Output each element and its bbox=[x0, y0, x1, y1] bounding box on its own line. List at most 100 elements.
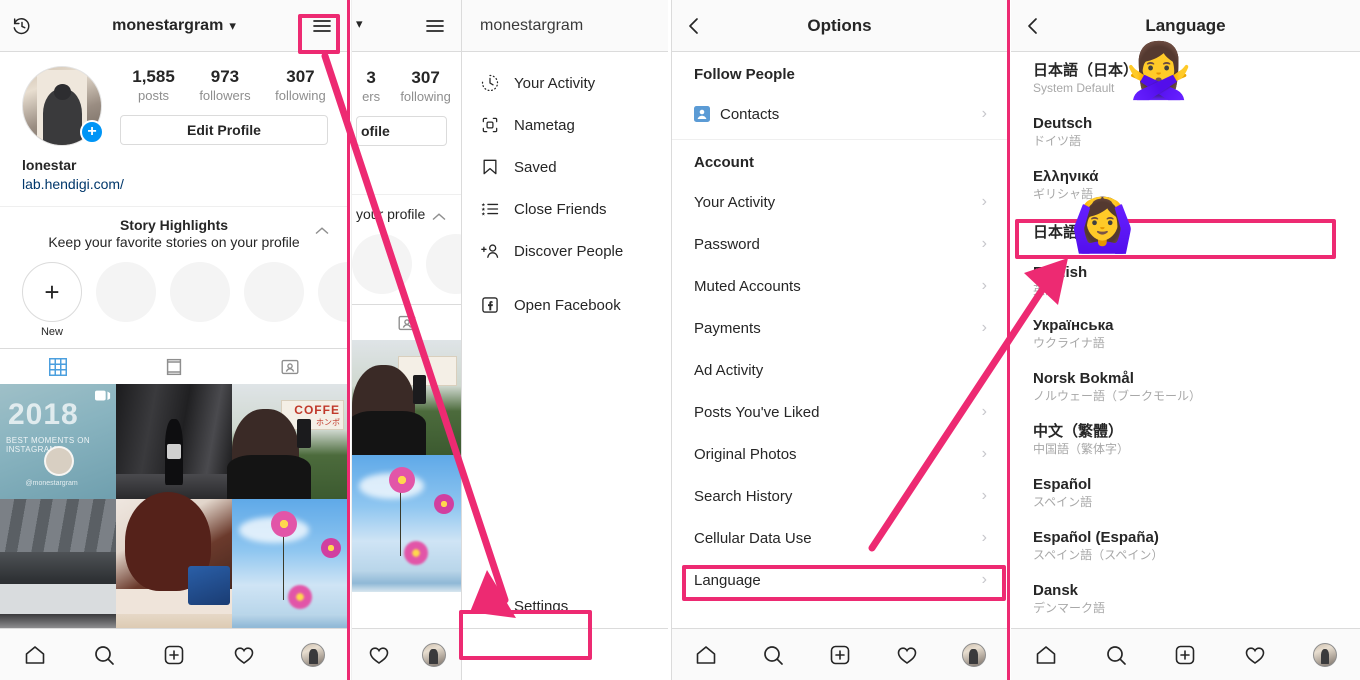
bio-website-link[interactable]: lab.hendigi.com/ bbox=[22, 175, 348, 194]
settings-button[interactable]: Settings bbox=[462, 584, 668, 628]
highlight-new[interactable]: + New bbox=[22, 262, 82, 338]
home-icon[interactable] bbox=[684, 638, 728, 672]
grid-cell[interactable] bbox=[115, 492, 232, 614]
profile-avatar-icon[interactable] bbox=[412, 638, 456, 672]
language-row-chinese-traditional[interactable]: 中文（繁體） 中国語（繁体字） bbox=[1011, 413, 1360, 466]
options-row-your-activity[interactable]: Your Activity › bbox=[672, 181, 1007, 223]
hamburger-menu-icon[interactable] bbox=[310, 14, 334, 38]
options-row-label: Muted Accounts bbox=[694, 277, 801, 295]
stat-followers-partial[interactable]: 3 ers bbox=[362, 68, 380, 106]
story-highlights-section: Story Highlights Keep your favorite stor… bbox=[0, 207, 348, 348]
history-clock-icon[interactable] bbox=[0, 15, 44, 37]
menu-item-close-friends[interactable]: Close Friends bbox=[462, 188, 668, 230]
grid-cell[interactable] bbox=[352, 455, 461, 570]
hamburger-menu-icon[interactable] bbox=[423, 14, 447, 38]
search-icon[interactable] bbox=[1094, 638, 1138, 672]
stat-following-partial[interactable]: 307 following bbox=[400, 68, 451, 106]
back-chevron-icon[interactable] bbox=[672, 16, 716, 36]
highlight-placeholder[interactable] bbox=[244, 262, 304, 338]
grid-tab-icon[interactable] bbox=[0, 356, 116, 378]
chevron-down-icon[interactable]: ▾ bbox=[356, 16, 363, 32]
grid-cell[interactable] bbox=[352, 340, 461, 455]
heart-activity-icon[interactable] bbox=[222, 638, 266, 672]
highlight-placeholder[interactable] bbox=[96, 262, 156, 338]
menu-item-saved[interactable]: Saved bbox=[462, 146, 668, 188]
photo-handle-text: @monestargram bbox=[25, 480, 78, 487]
heart-activity-icon[interactable] bbox=[885, 638, 929, 672]
heart-activity-icon[interactable] bbox=[1233, 638, 1277, 672]
language-row-ukrainian[interactable]: Українська ウクライナ語 bbox=[1011, 307, 1360, 360]
highlight-placeholder[interactable] bbox=[170, 262, 230, 338]
grid-cell[interactable] bbox=[0, 499, 116, 614]
language-row-japanese[interactable]: 日本語 bbox=[1011, 211, 1360, 254]
search-icon[interactable] bbox=[82, 638, 126, 672]
menu-item-discover-people[interactable]: Discover People bbox=[462, 230, 668, 272]
home-icon[interactable] bbox=[1024, 638, 1068, 672]
highlight-placeholder[interactable] bbox=[426, 234, 461, 294]
stat-followers[interactable]: 973 followers bbox=[199, 67, 250, 105]
list-tab-icon[interactable] bbox=[116, 356, 232, 378]
language-title: Language bbox=[1145, 15, 1226, 35]
profile-avatar-icon[interactable] bbox=[1303, 638, 1347, 672]
language-subname: ウクライナ語 bbox=[1033, 336, 1105, 350]
highlights-title: Story Highlights bbox=[119, 217, 229, 233]
profile-avatar-icon[interactable] bbox=[952, 638, 996, 672]
tagged-tab-icon[interactable] bbox=[232, 356, 348, 378]
language-row-espanol[interactable]: Español スペイン語 bbox=[1011, 466, 1360, 519]
stat-following[interactable]: 307 following bbox=[275, 67, 326, 105]
options-row-search-history[interactable]: Search History › bbox=[672, 475, 1007, 517]
back-chevron-icon[interactable] bbox=[1011, 16, 1055, 36]
options-row-original-photos[interactable]: Original Photos › bbox=[672, 433, 1007, 475]
facebook-icon bbox=[480, 295, 514, 315]
language-list: 日本語（日本） System Default Deutsch ドイツ語 Ελλη… bbox=[1011, 52, 1360, 625]
chevron-up-icon[interactable] bbox=[431, 209, 447, 227]
menu-username: monestargram bbox=[480, 16, 584, 34]
menu-item-your-activity[interactable]: Your Activity bbox=[462, 62, 668, 104]
language-row-deutsch[interactable]: Deutsch ドイツ語 bbox=[1011, 105, 1360, 158]
tagged-tab-icon[interactable] bbox=[352, 312, 461, 334]
profile-avatar-icon[interactable] bbox=[291, 638, 335, 672]
language-subname: ノルウェー語（ブークモール） bbox=[1033, 389, 1202, 403]
options-row-ad-activity[interactable]: Ad Activity bbox=[672, 349, 1007, 391]
home-icon[interactable] bbox=[13, 638, 57, 672]
options-row-language[interactable]: Language › bbox=[672, 559, 1007, 601]
heart-activity-icon[interactable] bbox=[357, 638, 401, 672]
edit-profile-button-partial[interactable]: ofile bbox=[356, 116, 447, 146]
language-row-norsk[interactable]: Norsk Bokmål ノルウェー語（ブークモール） bbox=[1011, 360, 1360, 413]
chevron-right-icon: › bbox=[981, 277, 987, 294]
avatar[interactable]: + bbox=[22, 66, 104, 146]
grid-cell[interactable]: COFFE ホンポ bbox=[227, 384, 348, 499]
profile-navbar: monestargram ▾ bbox=[0, 0, 348, 52]
language-row-english[interactable]: English 英語 bbox=[1011, 254, 1360, 307]
profile-username[interactable]: monestargram bbox=[112, 17, 223, 35]
grid-cell[interactable] bbox=[231, 499, 348, 614]
options-row-cellular-data-use[interactable]: Cellular Data Use › bbox=[672, 517, 1007, 559]
chevron-up-icon[interactable] bbox=[314, 223, 330, 241]
add-post-icon[interactable] bbox=[1163, 638, 1207, 672]
language-row-ellinika[interactable]: Ελληνικά ギリシャ語 bbox=[1011, 158, 1360, 211]
options-row-payments[interactable]: Payments › bbox=[672, 307, 1007, 349]
language-name: Español (España) bbox=[1033, 529, 1159, 546]
chevron-right-icon: › bbox=[981, 403, 987, 420]
grid-cell[interactable] bbox=[115, 384, 232, 499]
add-post-icon[interactable] bbox=[818, 638, 862, 672]
options-row-muted-accounts[interactable]: Muted Accounts › bbox=[672, 265, 1007, 307]
stat-posts[interactable]: 1,585 posts bbox=[132, 67, 175, 105]
search-icon[interactable] bbox=[751, 638, 795, 672]
add-post-icon[interactable] bbox=[152, 638, 196, 672]
grid-cell[interactable] bbox=[352, 570, 461, 592]
options-row-contacts[interactable]: Contacts › bbox=[672, 93, 1007, 135]
language-row-espanol-espana[interactable]: Español (España) スペイン語（スペイン） bbox=[1011, 519, 1360, 572]
edit-profile-button[interactable]: Edit Profile bbox=[120, 115, 328, 145]
add-story-badge[interactable]: + bbox=[80, 120, 104, 144]
menu-item-open-facebook[interactable]: Open Facebook bbox=[462, 284, 668, 326]
chevron-down-icon[interactable]: ▾ bbox=[229, 18, 236, 34]
photo-year-text: 2018 bbox=[8, 398, 79, 431]
options-row-password[interactable]: Password › bbox=[672, 223, 1007, 265]
language-row-dansk[interactable]: Dansk デンマーク語 bbox=[1011, 572, 1360, 625]
highlight-placeholder[interactable] bbox=[318, 262, 348, 338]
options-row-posts-youve-liked[interactable]: Posts You've Liked › bbox=[672, 391, 1007, 433]
grid-cell[interactable]: 2018 BEST MOMENTS ON INSTAGRAM @monestar… bbox=[0, 384, 116, 499]
highlight-placeholder[interactable] bbox=[352, 234, 412, 294]
menu-item-nametag[interactable]: Nametag bbox=[462, 104, 668, 146]
